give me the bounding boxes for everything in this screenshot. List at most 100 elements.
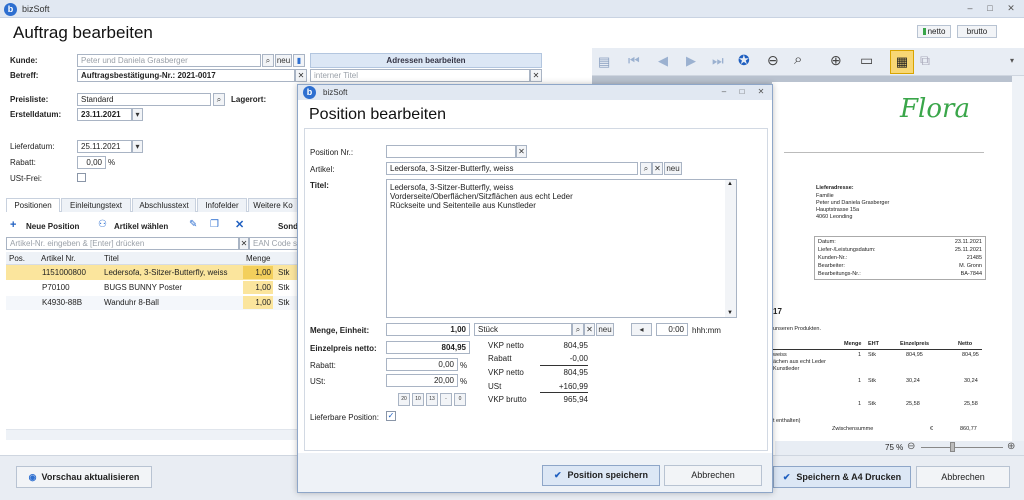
close-icon: ✕ — [240, 239, 248, 248]
zoom-slider-thumb[interactable] — [950, 442, 955, 452]
kunde-neu-button[interactable]: neu — [275, 54, 292, 67]
artikel-nr-input[interactable]: Artikel-Nr. eingeben & [Enter] drücken — [6, 237, 239, 250]
single-page-icon[interactable]: ▦ — [890, 50, 914, 74]
speichern-drucken-button[interactable]: ✔ Speichern & A4 Drucken — [773, 466, 911, 488]
vorschau-button[interactable]: ◉ Vorschau aktualisieren — [16, 466, 152, 488]
einheit-clear[interactable]: ✕ — [584, 323, 595, 336]
tab-weitere[interactable]: Weitere Ko — [248, 198, 298, 212]
table-row[interactable]: P70100 BUGS BUNNY Poster 1,00 Stk — [6, 281, 302, 295]
zoom-in-icon[interactable]: ⊕ — [830, 52, 842, 69]
dialog-abbrechen-button[interactable]: Abbrechen — [664, 465, 762, 486]
interner-titel-input[interactable]: interner Titel — [310, 69, 530, 82]
einzelpreis-field[interactable]: 804,95 — [386, 341, 470, 354]
compass-icon[interactable]: ✪ — [738, 52, 750, 69]
preview-scrollbar[interactable] — [1012, 76, 1024, 441]
titel-textarea[interactable]: Ledersofa, 3-Sitzer-Butterfly, weiss Vor… — [386, 179, 737, 318]
dialog-minimize[interactable]: – — [716, 87, 732, 96]
netto-toggle[interactable]: netto — [917, 25, 951, 38]
position-speichern-button[interactable]: ✔ Position speichern — [542, 465, 660, 486]
first-page-icon[interactable]: ⏮ — [628, 53, 640, 69]
ust-frei-label: USt-Frei: — [10, 174, 42, 183]
multi-page-icon[interactable]: ⧉ — [920, 52, 930, 69]
table-row[interactable]: K4930-88B Wanduhr 8-Ball 1,00 Stk — [6, 296, 302, 310]
interner-titel-clear-button[interactable]: ✕ — [530, 69, 542, 82]
rabatt-field[interactable]: 0,00 — [77, 156, 106, 169]
dlg-rabatt-field[interactable]: 0,00 — [386, 358, 458, 371]
last-page-icon[interactable]: ⏭ — [712, 53, 724, 69]
erstelldatum-dropdown[interactable]: ▾ — [132, 108, 143, 121]
titel-scrollbar[interactable]: ▲ ▼ — [725, 180, 736, 317]
time-decrement[interactable]: ◂ — [631, 323, 652, 336]
artikel-search[interactable]: ⌕ — [640, 162, 652, 175]
scroll-up-icon[interactable]: ▲ — [727, 181, 733, 187]
preisliste-search-button[interactable]: ⌕ — [213, 93, 225, 106]
lieferbare-checkbox[interactable]: ✓ — [386, 411, 396, 421]
kunde-field[interactable]: Peter und Daniela Grasberger — [77, 54, 261, 67]
position-nr-clear[interactable]: ✕ — [516, 145, 527, 158]
chevron-down-icon[interactable]: ▾ — [1010, 56, 1014, 65]
zoom-slider[interactable] — [921, 447, 1003, 448]
tab-abschlusstext[interactable]: Abschlusstext — [132, 198, 196, 212]
maximize-button[interactable]: □ — [982, 3, 998, 13]
dlg-ust-field[interactable]: 20,00 — [386, 374, 458, 387]
lieferdatum-dropdown[interactable]: ▾ — [132, 140, 143, 153]
ust-preset-0[interactable]: 0 — [454, 393, 466, 406]
adressen-bearbeiten-button[interactable]: Adressen bearbeiten — [310, 53, 542, 68]
edit-icon[interactable]: ✎ — [189, 219, 197, 230]
abbrechen-main-button[interactable]: Abbrechen — [916, 466, 1010, 488]
close-button[interactable]: ✕ — [1003, 3, 1019, 14]
artikel-waehlen-button[interactable]: Artikel wählen — [114, 222, 168, 231]
tab-einleitungstext[interactable]: Einleitungstext — [61, 198, 131, 212]
ust-preset-dash[interactable]: - — [440, 393, 452, 406]
artikel-neu[interactable]: neu — [664, 162, 682, 175]
zoom-plus[interactable]: ⊕ — [1007, 441, 1015, 452]
zoom-level: 75 % — [885, 443, 904, 452]
artikel-field[interactable]: Ledersofa, 3-Sitzer-Butterfly, weiss — [386, 162, 638, 175]
betreff-field[interactable]: Auftragsbestätigung-Nr.: 2021-0017 — [77, 69, 295, 82]
einheit-neu[interactable]: neu — [596, 323, 614, 336]
neue-position-button[interactable]: Neue Position — [26, 222, 79, 231]
lagerort-label: Lagerort: — [231, 95, 267, 104]
kunde-search-button[interactable]: ⌕ — [262, 54, 274, 67]
delete-icon[interactable]: ✕ — [235, 218, 244, 231]
ust-frei-checkbox[interactable] — [77, 173, 86, 182]
scroll-down-icon[interactable]: ▼ — [727, 310, 733, 316]
minimize-button[interactable]: – — [962, 3, 978, 13]
prev-page-icon[interactable]: ◀ — [658, 53, 668, 69]
artikel-clear[interactable]: ✕ — [652, 162, 663, 175]
table-row[interactable]: 1151000800 Ledersofa, 3-Sitzer-Butterfly… — [6, 265, 302, 280]
tab-infofelder[interactable]: Infofelder — [197, 198, 247, 212]
tab-positionen[interactable]: Positionen — [6, 198, 60, 212]
copy-icon[interactable]: ❐ — [210, 219, 219, 230]
chart-icon[interactable]: ▮ — [293, 54, 305, 67]
dialog-maximize[interactable]: □ — [734, 87, 750, 96]
lieferdatum-field[interactable]: 25.11.2021 — [77, 140, 132, 153]
betreff-clear-button[interactable]: ✕ — [295, 69, 307, 82]
menge-field[interactable]: 1,00 — [386, 323, 470, 336]
zoom-icon[interactable]: ⌕ — [794, 51, 802, 68]
einheit-search[interactable]: ⌕ — [572, 323, 584, 336]
brutto-toggle[interactable]: brutto — [957, 25, 997, 38]
ust-preset-20[interactable]: 20 — [398, 393, 410, 406]
plus-icon: + — [10, 219, 17, 231]
position-nr-field[interactable] — [386, 145, 516, 158]
calc-label: VKP brutto — [488, 395, 527, 404]
zoom-minus[interactable]: ⊖ — [907, 441, 915, 452]
dialog-title: Position bearbeiten — [309, 106, 446, 123]
select-icon[interactable]: ▤ — [598, 54, 610, 70]
erstelldatum-field[interactable]: 23.11.2021 — [77, 108, 132, 121]
artikel-nr-clear[interactable]: ✕ — [239, 237, 249, 250]
time-field[interactable]: 0:00 — [656, 323, 688, 336]
page-setup-icon[interactable]: ▭ — [860, 52, 873, 69]
einheit-field[interactable]: Stück — [474, 323, 572, 336]
ust-preset-10[interactable]: 10 — [412, 393, 424, 406]
grid-scrollbar[interactable] — [6, 430, 302, 440]
kunde-label: Kunde: — [10, 56, 38, 65]
dialog-close[interactable]: ✕ — [753, 87, 769, 96]
preisliste-field[interactable]: Standard — [77, 93, 211, 106]
ean-input[interactable]: EAN Code sc — [249, 237, 301, 250]
sonst-button[interactable]: Sond — [278, 222, 298, 231]
next-page-icon[interactable]: ▶ — [686, 53, 696, 69]
ust-preset-13[interactable]: 13 — [426, 393, 438, 406]
zoom-out-icon[interactable]: ⊖ — [767, 52, 779, 69]
